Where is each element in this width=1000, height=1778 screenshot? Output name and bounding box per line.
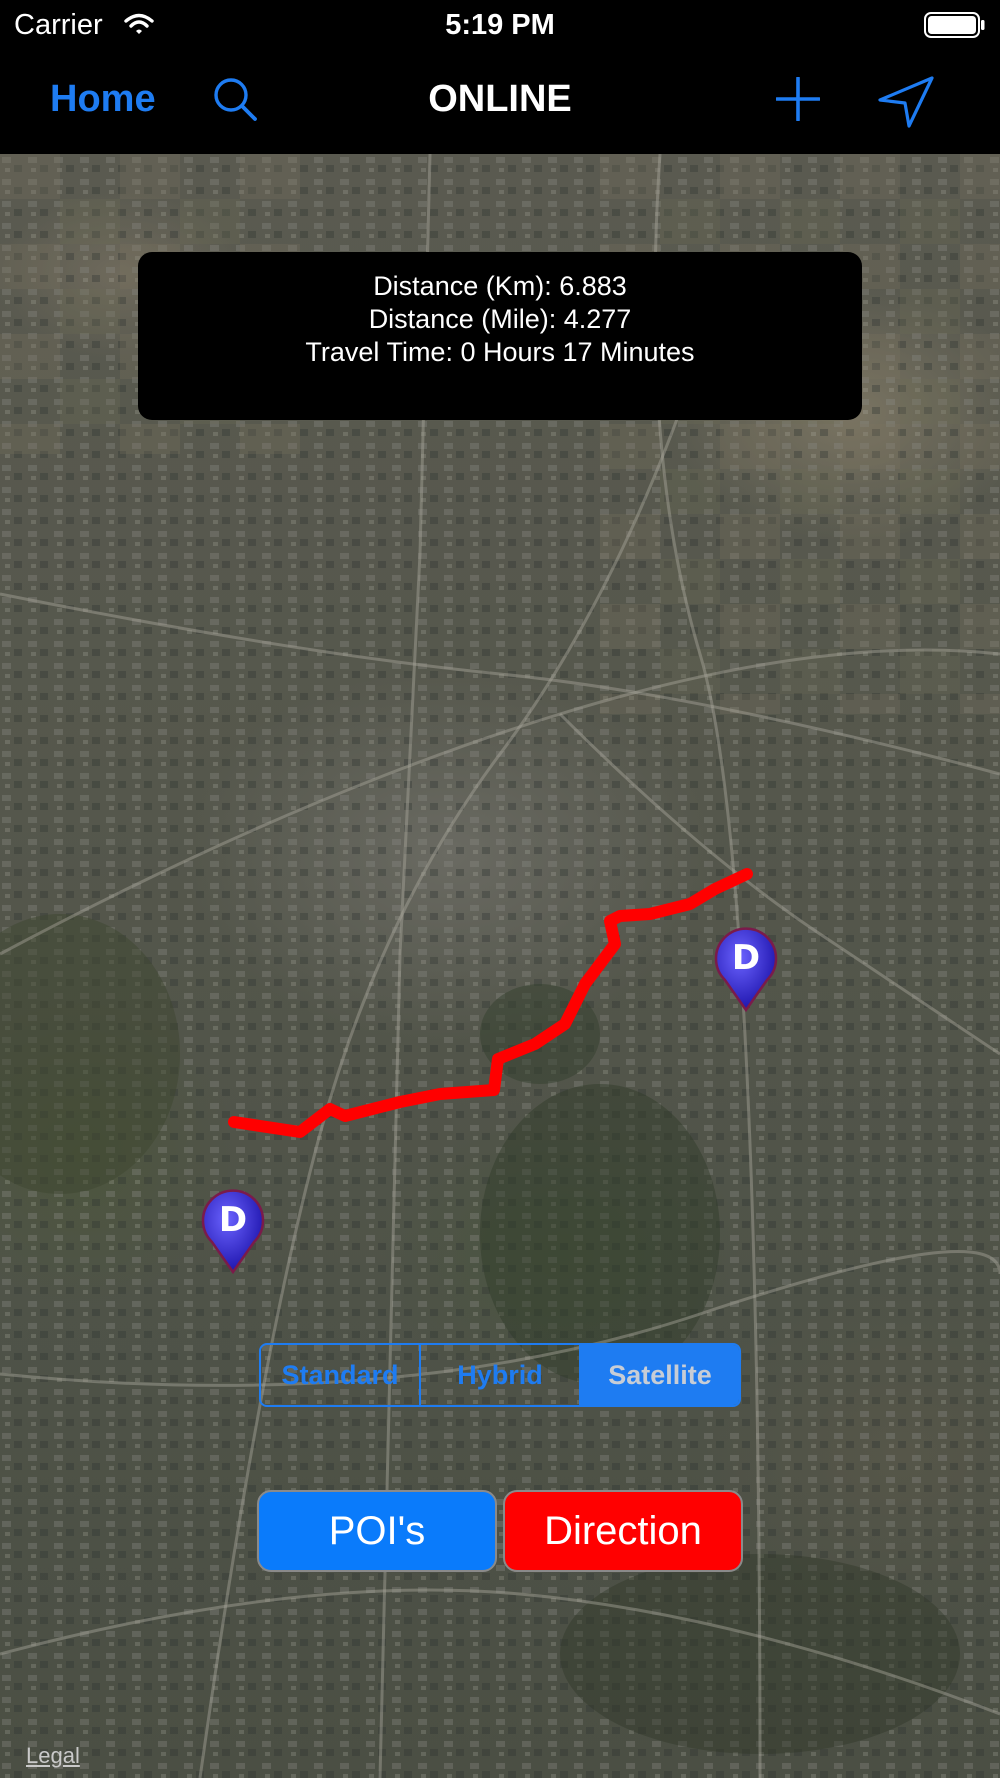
route-info-panel: Distance (Km): 6.883 Distance (Mile): 4.…	[138, 252, 862, 420]
poi-button[interactable]: POI's	[257, 1490, 497, 1572]
map-type-selector: Standard Hybrid Satellite	[259, 1343, 741, 1407]
map-type-satellite[interactable]: Satellite	[579, 1345, 739, 1405]
plus-icon[interactable]	[775, 76, 821, 126]
pin-label: D	[218, 1200, 248, 1240]
battery-icon	[924, 12, 986, 43]
status-bar: Carrier 5:19 PM	[0, 0, 1000, 50]
navigation-bar: Home ONLINE	[0, 50, 1000, 154]
distance-km: Distance (Km): 6.883	[373, 271, 627, 301]
start-pin[interactable]: D	[200, 1186, 266, 1279]
direction-button[interactable]: Direction	[503, 1490, 743, 1572]
map-type-hybrid[interactable]: Hybrid	[419, 1345, 579, 1405]
location-arrow-icon[interactable]	[878, 76, 934, 133]
page-title: ONLINE	[428, 78, 572, 120]
distance-mile: Distance (Mile): 4.277	[368, 304, 632, 334]
pin-label: D	[731, 938, 761, 978]
satellite-map[interactable]: Distance (Km): 6.883 Distance (Mile): 4.…	[0, 154, 1000, 1778]
destination-pin[interactable]: D	[713, 924, 779, 1017]
status-time: 5:19 PM	[445, 9, 555, 41]
travel-time: Travel Time: 0 Hours 17 Minutes	[305, 337, 695, 367]
legal-link[interactable]: Legal	[26, 1743, 80, 1769]
map-type-standard[interactable]: Standard	[261, 1345, 419, 1405]
